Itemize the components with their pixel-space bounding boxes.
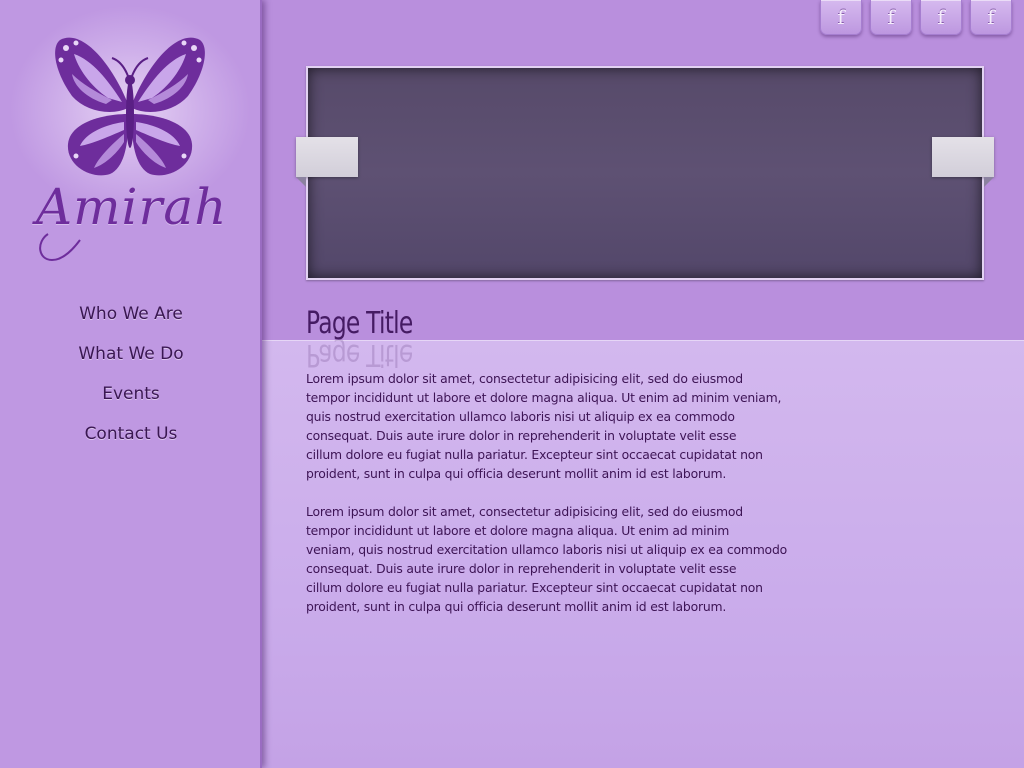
facebook-button[interactable]: f [970, 0, 1012, 35]
facebook-button[interactable]: f [920, 0, 962, 35]
brand-swash [39, 233, 81, 262]
page-title: Page Title [306, 306, 413, 341]
main-nav: Who We Are What We Do Events Contact Us [0, 302, 262, 462]
page: Amirah Who We Are What We Do Events Cont… [0, 0, 1024, 768]
social-buttons: f f f f [820, 0, 1012, 35]
content-paragraph: Lorem ipsum dolor sit amet, consectetur … [306, 504, 787, 614]
butterfly-icon [55, 37, 205, 176]
sidebar: Amirah Who We Are What We Do Events Cont… [0, 0, 262, 768]
nav-item-who-we-are[interactable]: Who We Are [0, 302, 262, 342]
nav-item-contact-us[interactable]: Contact Us [0, 422, 262, 462]
nav-item-events[interactable]: Events [0, 382, 262, 422]
image-slider [306, 66, 984, 280]
facebook-icon: f [887, 5, 895, 29]
content-paragraph: Lorem ipsum dolor sit amet, consectetur … [306, 371, 782, 481]
facebook-button[interactable]: f [820, 0, 862, 35]
slider-prev-button[interactable] [296, 137, 358, 187]
facebook-icon: f [937, 5, 945, 29]
slider-next-button[interactable] [932, 137, 994, 187]
facebook-icon: f [837, 5, 845, 29]
facebook-icon: f [987, 5, 995, 29]
content-body: Lorem ipsum dolor sit amet, consectetur … [306, 369, 826, 635]
facebook-button[interactable]: f [870, 0, 912, 35]
nav-item-what-we-do[interactable]: What We Do [0, 342, 262, 382]
